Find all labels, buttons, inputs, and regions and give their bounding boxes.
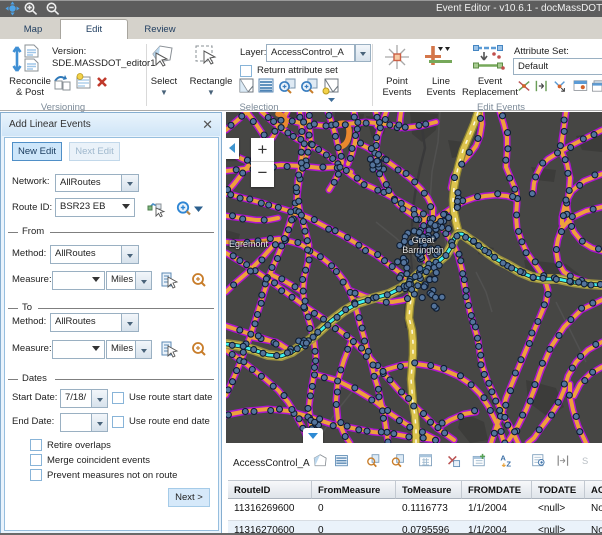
svg-text:S: S [582, 456, 588, 466]
svg-text:A: A [500, 454, 506, 463]
svg-text:Z: Z [506, 460, 511, 469]
